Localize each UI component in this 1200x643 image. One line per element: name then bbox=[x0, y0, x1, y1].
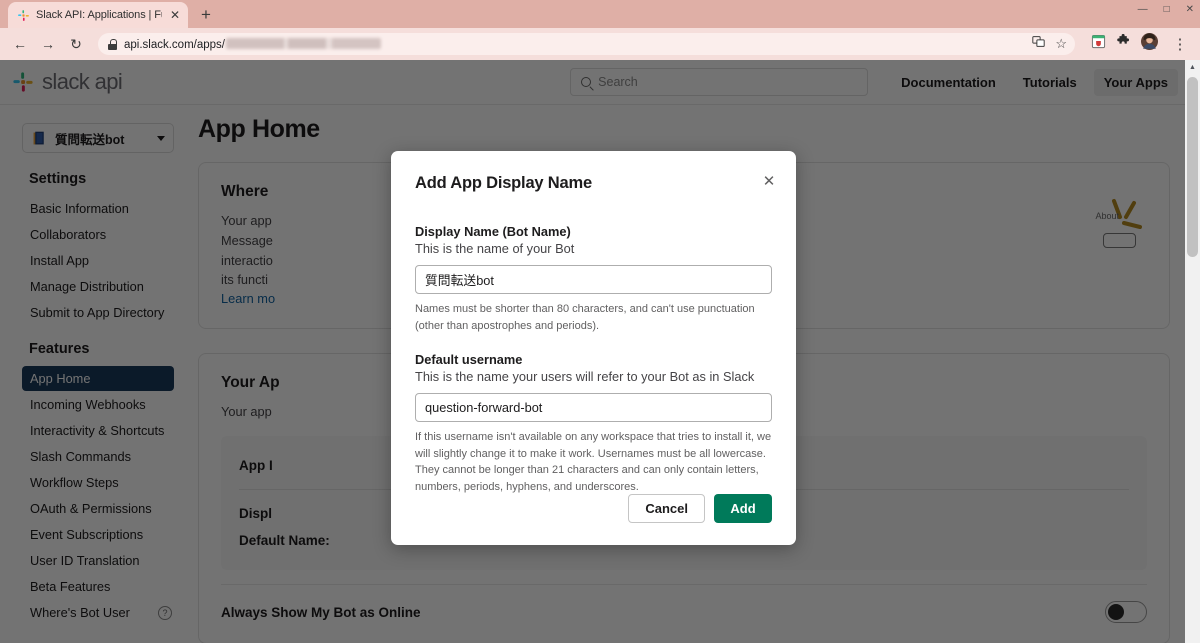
back-icon[interactable]: ← bbox=[8, 32, 32, 56]
browser-tab-title: Slack API: Applications | FunLocks bbox=[36, 9, 162, 21]
bookmark-star-icon[interactable]: ☆ bbox=[1055, 36, 1067, 52]
extension-icon[interactable] bbox=[1091, 34, 1106, 54]
window-close-icon[interactable]: ✕ bbox=[1186, 5, 1194, 15]
forward-icon[interactable]: → bbox=[36, 32, 60, 56]
window-controls: — □ ✕ bbox=[1138, 5, 1194, 15]
display-name-input[interactable]: 質問転送bot bbox=[415, 265, 772, 294]
omnibox-actions: ☆ bbox=[1032, 35, 1067, 53]
address-bar[interactable]: api.slack.com/apps/ ☆ bbox=[98, 33, 1075, 55]
window-minimize-icon[interactable]: — bbox=[1138, 5, 1148, 15]
slack-favicon-icon bbox=[17, 9, 30, 22]
browser-menu-icon[interactable]: ⋮ bbox=[1168, 32, 1192, 56]
display-name-label: Display Name (Bot Name) bbox=[415, 224, 571, 239]
browser-tab[interactable]: Slack API: Applications | FunLocks ✕ bbox=[8, 2, 188, 28]
page-scrollbar[interactable]: ▲ bbox=[1185, 60, 1200, 643]
redacted-url-segment bbox=[226, 37, 381, 49]
lock-icon bbox=[108, 38, 117, 50]
cancel-button[interactable]: Cancel bbox=[628, 494, 705, 523]
default-username-input[interactable]: question-forward-bot bbox=[415, 393, 772, 422]
reload-icon[interactable]: ↻ bbox=[64, 32, 88, 56]
avatar[interactable] bbox=[1141, 33, 1158, 55]
address-bar-url: api.slack.com/apps/ bbox=[124, 37, 381, 51]
close-icon[interactable]: ✕ bbox=[760, 173, 778, 191]
browser-toolbar: ← → ↻ api.slack.com/apps/ ☆ ⋮ bbox=[0, 28, 1200, 60]
translate-icon[interactable] bbox=[1032, 35, 1046, 53]
scroll-up-icon[interactable]: ▲ bbox=[1185, 60, 1200, 75]
default-username-note: If this username isn't available on any … bbox=[415, 431, 772, 493]
tab-close-icon[interactable]: ✕ bbox=[168, 9, 182, 21]
browser-window: Slack API: Applications | FunLocks ✕ + —… bbox=[0, 0, 1200, 643]
add-app-display-name-dialog: Add App Display Name ✕ Display Name (Bot… bbox=[391, 151, 796, 545]
new-tab-button[interactable]: + bbox=[201, 6, 211, 23]
display-name-note: Names must be shorter than 80 characters… bbox=[415, 303, 755, 332]
puzzle-extensions-icon[interactable] bbox=[1116, 33, 1131, 54]
add-button[interactable]: Add bbox=[714, 494, 772, 523]
page-viewport: slack api Search Documentation Tutorials… bbox=[0, 60, 1200, 643]
extension-icons: ⋮ bbox=[1085, 32, 1192, 56]
scrollbar-thumb[interactable] bbox=[1187, 77, 1198, 257]
browser-tabstrip: Slack API: Applications | FunLocks ✕ + —… bbox=[0, 0, 1200, 28]
default-username-hint: This is the name your users will refer t… bbox=[415, 369, 755, 384]
dialog-actions: Cancel Add bbox=[628, 494, 772, 523]
window-maximize-icon[interactable]: □ bbox=[1164, 5, 1170, 15]
dialog-title: Add App Display Name bbox=[415, 174, 592, 192]
default-username-label: Default username bbox=[415, 352, 523, 367]
display-name-hint: This is the name of your Bot bbox=[415, 241, 575, 256]
